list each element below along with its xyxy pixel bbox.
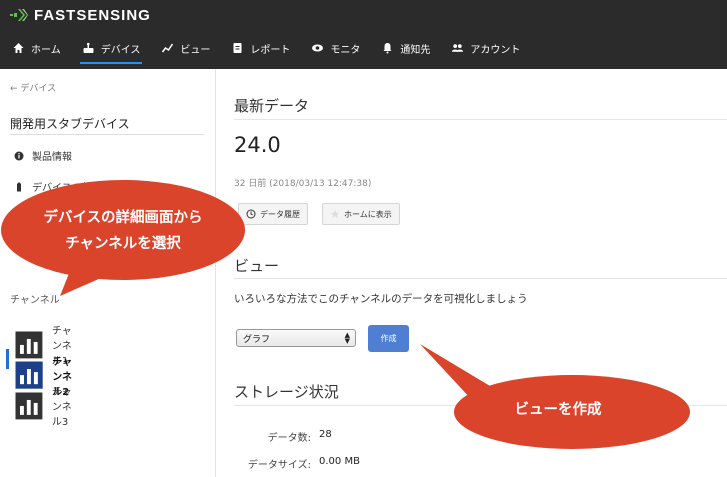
active-channel-indicator <box>6 349 9 369</box>
callout-line: チャンネルを選択 <box>65 236 181 252</box>
nav-views[interactable]: ビュー <box>161 36 210 60</box>
sidebar-item-channel-3[interactable]: チャンネル3 <box>14 383 78 428</box>
back-link[interactable]: ← デバイス <box>10 81 56 94</box>
app-root: FASTSENSING ホーム デバイス ビュー レポート モニタ 通知先 アカ… <box>0 0 727 477</box>
star-icon <box>330 209 340 218</box>
nav-label: モニタ <box>330 44 361 56</box>
nav-label: アカウント <box>470 44 521 56</box>
nav-label: 通知先 <box>400 44 431 56</box>
select-value: グラフ <box>243 334 271 345</box>
top-bar: FASTSENSING ホーム デバイス ビュー レポート モニタ 通知先 アカ… <box>0 0 727 69</box>
button-label: データ履歴 <box>260 209 300 219</box>
stat-label: データ数: <box>267 433 311 444</box>
nav-label: デバイス <box>100 44 141 56</box>
nav-account[interactable]: アカウント <box>451 36 520 60</box>
callout-line: デバイスの詳細画面から <box>43 210 203 226</box>
main-nav: ホーム デバイス ビュー レポート モニタ 通知先 アカウント <box>12 36 541 66</box>
latest-data-title: 最新データ <box>234 97 310 115</box>
button-label: ホームに表示 <box>344 209 392 219</box>
channel-label: チャンネル3 <box>51 387 72 428</box>
eye-icon <box>312 44 324 52</box>
nav-label: レポート <box>250 44 291 56</box>
brand[interactable]: FASTSENSING <box>10 6 151 24</box>
create-view-button[interactable]: 作成 <box>368 325 409 352</box>
nav-devices[interactable]: デバイス <box>79 36 143 64</box>
create-view-callout-text: ビューを作成 <box>514 402 602 418</box>
stat-value: 0.00 MB <box>319 456 360 467</box>
storage-title: ストレージ状況 <box>234 383 339 401</box>
stat-row-size: データサイズ: 0.00 MB <box>216 456 360 471</box>
sidebar-item-product-info[interactable]: 製品情報 <box>14 148 72 163</box>
stat-value: 28 <box>319 429 332 440</box>
bell-icon <box>383 43 392 54</box>
users-icon <box>452 44 464 52</box>
view-type-select[interactable]: グラフ ▲ ▼ <box>236 329 356 347</box>
sidebar-item-label: 製品情報 <box>32 152 72 163</box>
select-arrows-icon: ▲ ▼ <box>344 331 350 345</box>
bar-chart-icon <box>15 392 43 419</box>
nav-notifications[interactable]: 通知先 <box>381 36 430 60</box>
stat-label: データサイズ: <box>247 460 311 471</box>
sidebar-divider <box>10 134 204 135</box>
create-view-callout-bubble <box>420 344 690 449</box>
nav-reports[interactable]: レポート <box>231 36 290 60</box>
nav-home[interactable]: ホーム <box>12 36 61 60</box>
latest-timestamp: 32 日前 (2018/03/13 12:47:38) <box>234 179 372 189</box>
history-icon <box>246 209 256 219</box>
section-divider <box>234 119 727 120</box>
section-divider <box>234 278 727 279</box>
device-title: 開発用スタブデバイス <box>10 117 130 131</box>
nav-monitor[interactable]: モニタ <box>311 36 360 60</box>
data-history-button[interactable]: データ履歴 <box>238 203 308 225</box>
show-on-home-button[interactable]: ホームに表示 <box>322 203 400 225</box>
latest-value: 24.0 <box>234 133 281 157</box>
stat-row-count: データ数: 28 <box>216 429 332 444</box>
brand-name: FASTSENSING <box>34 6 151 24</box>
info-icon <box>14 151 24 160</box>
nav-label: ビュー <box>180 44 211 56</box>
detail-callout-text: デバイスの詳細画面から チャンネルを選択 <box>0 205 246 257</box>
view-description: いろいろな方法でこのチャンネルのデータを可視化しましょう <box>234 293 528 305</box>
report-icon <box>233 43 242 53</box>
device-icon <box>83 42 94 53</box>
nav-label: ホーム <box>31 44 61 56</box>
brand-logo-icon <box>10 9 28 21</box>
home-icon <box>13 43 24 53</box>
chart-line-icon <box>162 43 174 53</box>
